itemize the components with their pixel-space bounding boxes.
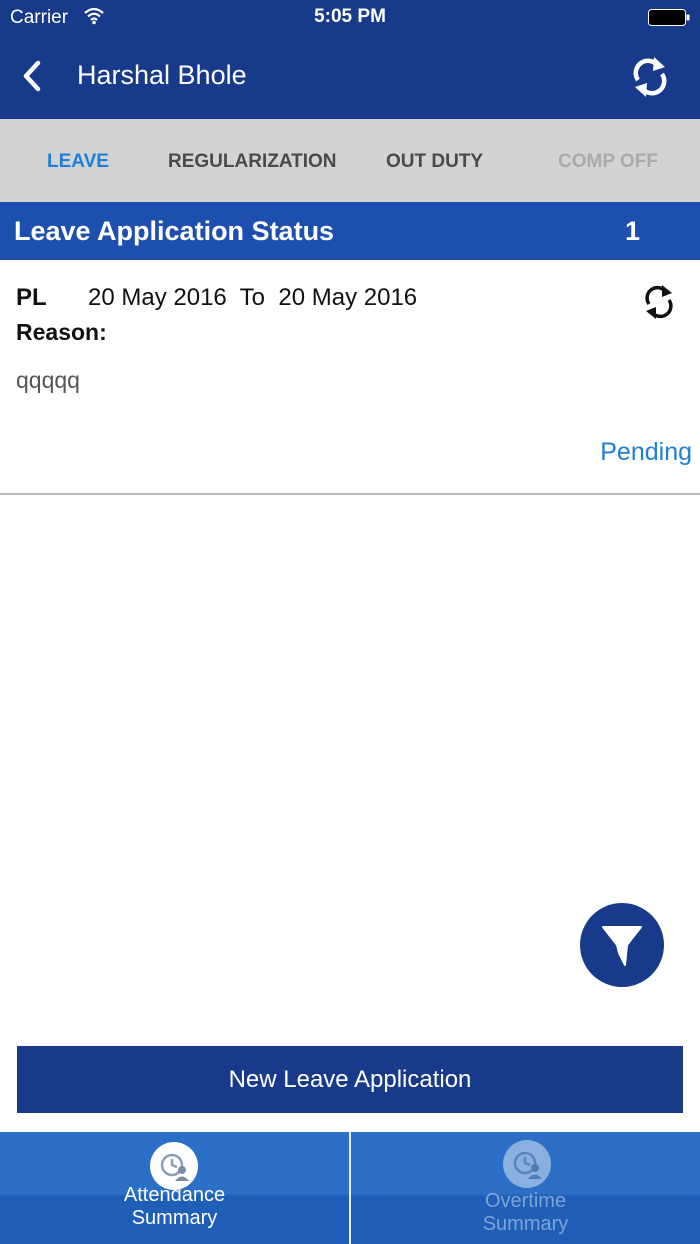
filter-button[interactable] [580, 903, 664, 987]
bottom-tab-label-line2: Summary [131, 1207, 218, 1229]
new-leave-application-button[interactable]: New Leave Application [17, 1046, 683, 1113]
status-bar: Carrier 5:05 PM [0, 0, 700, 36]
bottom-tab-label-line1: Attendance [123, 1184, 226, 1206]
leave-date-range: 20 May 2016 To 20 May 2016 [88, 284, 417, 312]
bottom-tab-overtime-summary[interactable]: Overtime Summary [351, 1132, 700, 1244]
refresh-icon[interactable] [630, 54, 670, 100]
bottom-tab-label-line2: Summary [482, 1213, 569, 1235]
clock: 5:05 PM [314, 6, 386, 27]
navigation-bar: Harshal Bhole [0, 36, 700, 119]
refresh-icon[interactable] [642, 282, 676, 322]
reason-text: qqqqq [16, 367, 80, 393]
application-count: 1 [624, 216, 640, 246]
to-word: To [239, 284, 266, 311]
tab-comp-off[interactable]: COMP OFF [558, 151, 658, 173]
bottom-tab-label: Attendance Summary [0, 1184, 349, 1230]
bottom-tab-label-line1: Overtime [484, 1190, 567, 1212]
section-title: Leave Application Status [14, 216, 335, 246]
reason-label: Reason: [16, 319, 107, 345]
tab-leave[interactable]: LEAVE [47, 151, 109, 173]
leave-type: PL [16, 284, 47, 311]
tab-bar: LEAVE REGULARIZATION OUT DUTY COMP OFF [0, 119, 700, 202]
section-header: Leave Application Status 1 [0, 202, 700, 260]
to-date: 20 May 2016 [278, 284, 418, 311]
from-date: 20 May 2016 [88, 284, 227, 311]
bottom-tab-label: Overtime Summary [351, 1190, 700, 1236]
tab-out-duty[interactable]: OUT DUTY [386, 151, 483, 173]
page-title: Harshal Bhole [77, 60, 247, 90]
back-icon[interactable] [16, 56, 50, 96]
filter-icon [602, 926, 642, 966]
tab-regularization[interactable]: REGULARIZATION [168, 151, 337, 173]
status-badge: Pending [600, 438, 692, 466]
leave-application-card[interactable]: PL 20 May 2016 To 20 May 2016 Reason: qq… [0, 260, 700, 495]
battery-icon [648, 9, 690, 26]
bottom-tab-bar: Attendance Summary Overtime Summary [0, 1132, 700, 1244]
bottom-tab-attendance-summary[interactable]: Attendance Summary [0, 1132, 349, 1244]
attendance-summary-icon [150, 1142, 198, 1190]
overtime-summary-icon [503, 1140, 551, 1188]
